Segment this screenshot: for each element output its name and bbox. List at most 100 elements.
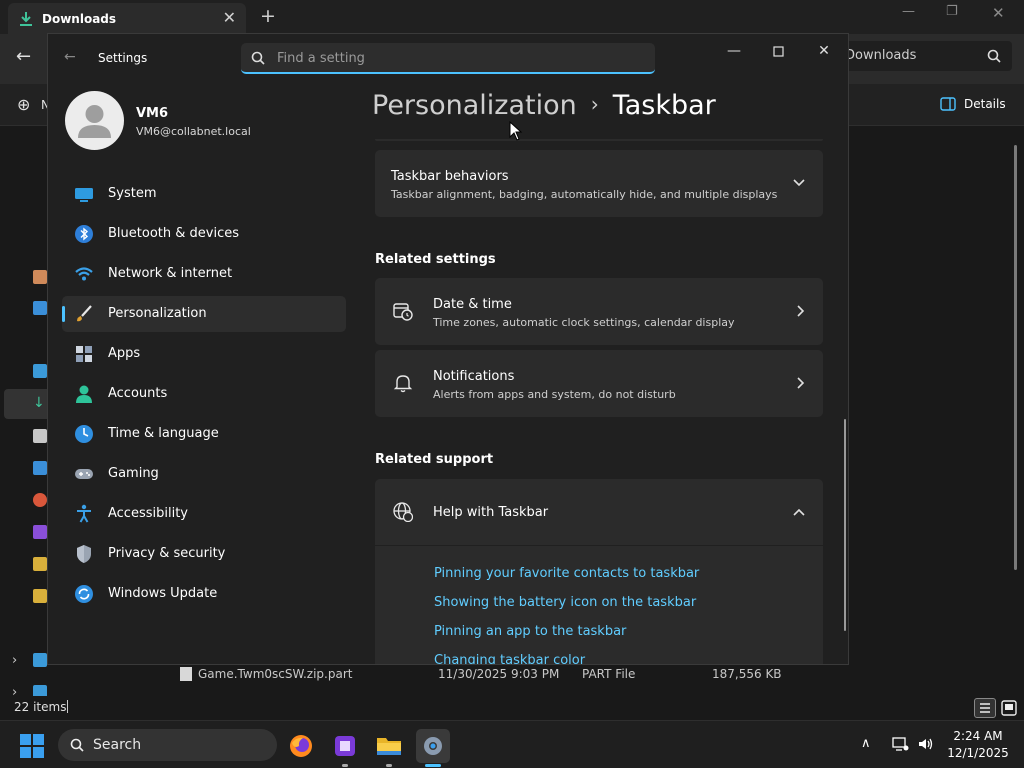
sidebar-item-network[interactable]: Network & internet [62, 256, 346, 292]
breadcrumb-parent[interactable]: Personalization [372, 90, 577, 121]
settings-sidebar: System Bluetooth & devices Network & int… [62, 176, 346, 616]
notifications-card[interactable]: Notifications Alerts from apps and syste… [375, 350, 823, 417]
documents-folder-icon[interactable] [33, 429, 47, 443]
music-folder-icon[interactable] [33, 493, 47, 507]
taskbar: Search ∧ 2:24 AM 12/1/2025 [0, 720, 1024, 768]
back-arrow-icon[interactable]: ← [64, 49, 76, 65]
taskbar-search-box[interactable] [58, 729, 277, 761]
minimize-icon[interactable]: — [712, 40, 756, 62]
help-link[interactable]: Pinning your favorite contacts to taskba… [434, 566, 699, 581]
chevron-right-icon [797, 377, 805, 389]
file-date: 11/30/2025 9:03 PM [438, 667, 560, 681]
card-title: Help with Taskbar [433, 505, 549, 520]
this-pc-icon[interactable] [33, 653, 47, 667]
accessibility-icon [77, 504, 91, 523]
sidebar-item-gaming[interactable]: Gaming [62, 456, 346, 492]
expand-chevron-icon[interactable]: › [12, 653, 17, 668]
sidebar-item-accessibility[interactable]: Accessibility [62, 496, 346, 532]
accounts-icon [76, 385, 92, 403]
running-indicator [342, 764, 348, 767]
file-size: 187,556 KB [712, 667, 782, 681]
sidebar-item-label: Gaming [108, 466, 159, 481]
close-window-icon[interactable]: ✕ [802, 40, 846, 62]
system-icon [75, 188, 93, 202]
settings-search-input[interactable] [277, 47, 637, 69]
sidebar-item-windows-update[interactable]: Windows Update [62, 576, 346, 612]
chevron-up-icon[interactable]: ∧ [861, 736, 871, 751]
taskbar-behaviors-card[interactable]: Taskbar behaviors Taskbar alignment, bad… [375, 150, 823, 217]
folder-icon[interactable] [33, 589, 47, 603]
sidebar-item-bluetooth[interactable]: Bluetooth & devices [62, 216, 346, 252]
volume-icon[interactable] [917, 736, 935, 752]
details-label: Details [964, 97, 1006, 111]
sidebar-item-apps[interactable]: Apps [62, 336, 346, 372]
chevron-up-icon [793, 508, 805, 516]
file-row[interactable]: Game.Twm0scSW.zip.part 11/30/2025 9:03 P… [158, 664, 858, 684]
explorer-scrollbar[interactable] [1014, 145, 1017, 570]
date-time-card[interactable]: Date & time Time zones, automatic clock … [375, 278, 823, 345]
sidebar-item-label: Bluetooth & devices [108, 226, 239, 241]
sidebar-item-accounts[interactable]: Accounts [62, 376, 346, 412]
network-tray-icon[interactable] [891, 736, 909, 752]
close-window-icon[interactable]: ✕ [992, 4, 1005, 22]
file-explorer-icon[interactable] [372, 729, 406, 763]
terminal-app-icon[interactable] [328, 729, 362, 763]
clock-time[interactable]: 2:24 AM [946, 729, 1010, 743]
new-tab-icon[interactable]: + [260, 5, 276, 27]
file-icon [180, 667, 192, 681]
card-subtitle: Alerts from apps and system, do not dist… [433, 388, 676, 401]
sidebar-item-label: System [108, 186, 157, 201]
file-name: Game.Twm0scSW.zip.part [198, 667, 353, 681]
sidebar-item-label: Apps [108, 346, 141, 361]
details-view-button[interactable] [974, 698, 996, 718]
downloads-folder-icon[interactable]: ↓ [33, 396, 47, 410]
close-tab-icon[interactable]: ✕ [223, 8, 236, 27]
search-icon [987, 49, 1001, 63]
sidebar-item-personalization[interactable]: Personalization [62, 296, 346, 332]
settings-scrollbar[interactable] [844, 419, 846, 631]
download-icon [20, 11, 32, 26]
firefox-icon[interactable] [284, 729, 318, 763]
details-pane-button[interactable]: Details [940, 97, 1006, 111]
sidebar-item-system[interactable]: System [62, 176, 346, 212]
mouse-cursor-icon [509, 121, 523, 141]
sidebar-item-privacy[interactable]: Privacy & security [62, 536, 346, 572]
minimize-icon[interactable]: — [902, 4, 915, 19]
bluetooth-icon [75, 225, 93, 243]
maximize-square-icon [772, 45, 784, 57]
help-link[interactable]: Pinning an app to the taskbar [434, 624, 626, 639]
tiles-view-icon[interactable] [1000, 699, 1018, 717]
home-icon[interactable] [33, 270, 47, 284]
settings-gear-icon[interactable] [416, 729, 450, 763]
folder-icon [377, 738, 401, 755]
folder-icon[interactable] [33, 557, 47, 571]
clock-date[interactable]: 12/1/2025 [946, 746, 1010, 760]
chevron-right-icon [797, 305, 805, 317]
sidebar-item-label: Network & internet [108, 266, 233, 281]
gallery-icon[interactable] [33, 301, 47, 315]
sidebar-item-label: Accounts [108, 386, 168, 401]
pictures-folder-icon[interactable] [33, 461, 47, 475]
settings-search-box[interactable] [241, 43, 655, 74]
firefox-logo-icon [290, 735, 312, 757]
avatar[interactable] [65, 91, 124, 150]
maximize-icon[interactable] [756, 40, 800, 62]
new-item-icon[interactable]: ⊕ [17, 95, 30, 114]
settings-window: ← Settings — ✕ VM6 VM6@collabnet.local S… [47, 33, 849, 665]
explorer-tab-downloads[interactable]: Downloads ✕ [8, 3, 246, 34]
sidebar-item-time-language[interactable]: Time & language [62, 416, 346, 452]
card-title: Date & time [433, 297, 512, 312]
details-pane-icon [940, 97, 956, 111]
help-with-taskbar-header[interactable]: Help with Taskbar [375, 479, 823, 545]
search-icon [70, 738, 84, 752]
update-icon [75, 585, 93, 603]
card-edge [375, 139, 823, 141]
windows-start-icon[interactable] [20, 734, 44, 758]
videos-folder-icon[interactable] [33, 525, 47, 539]
gear-icon [424, 737, 442, 755]
back-arrow-icon[interactable]: ← [16, 46, 31, 67]
restore-icon[interactable]: ❐ [946, 4, 958, 19]
help-link[interactable]: Showing the battery icon on the taskbar [434, 595, 696, 610]
desktop-folder-icon[interactable] [33, 364, 47, 378]
help-link[interactable]: Changing taskbar color [434, 653, 585, 664]
